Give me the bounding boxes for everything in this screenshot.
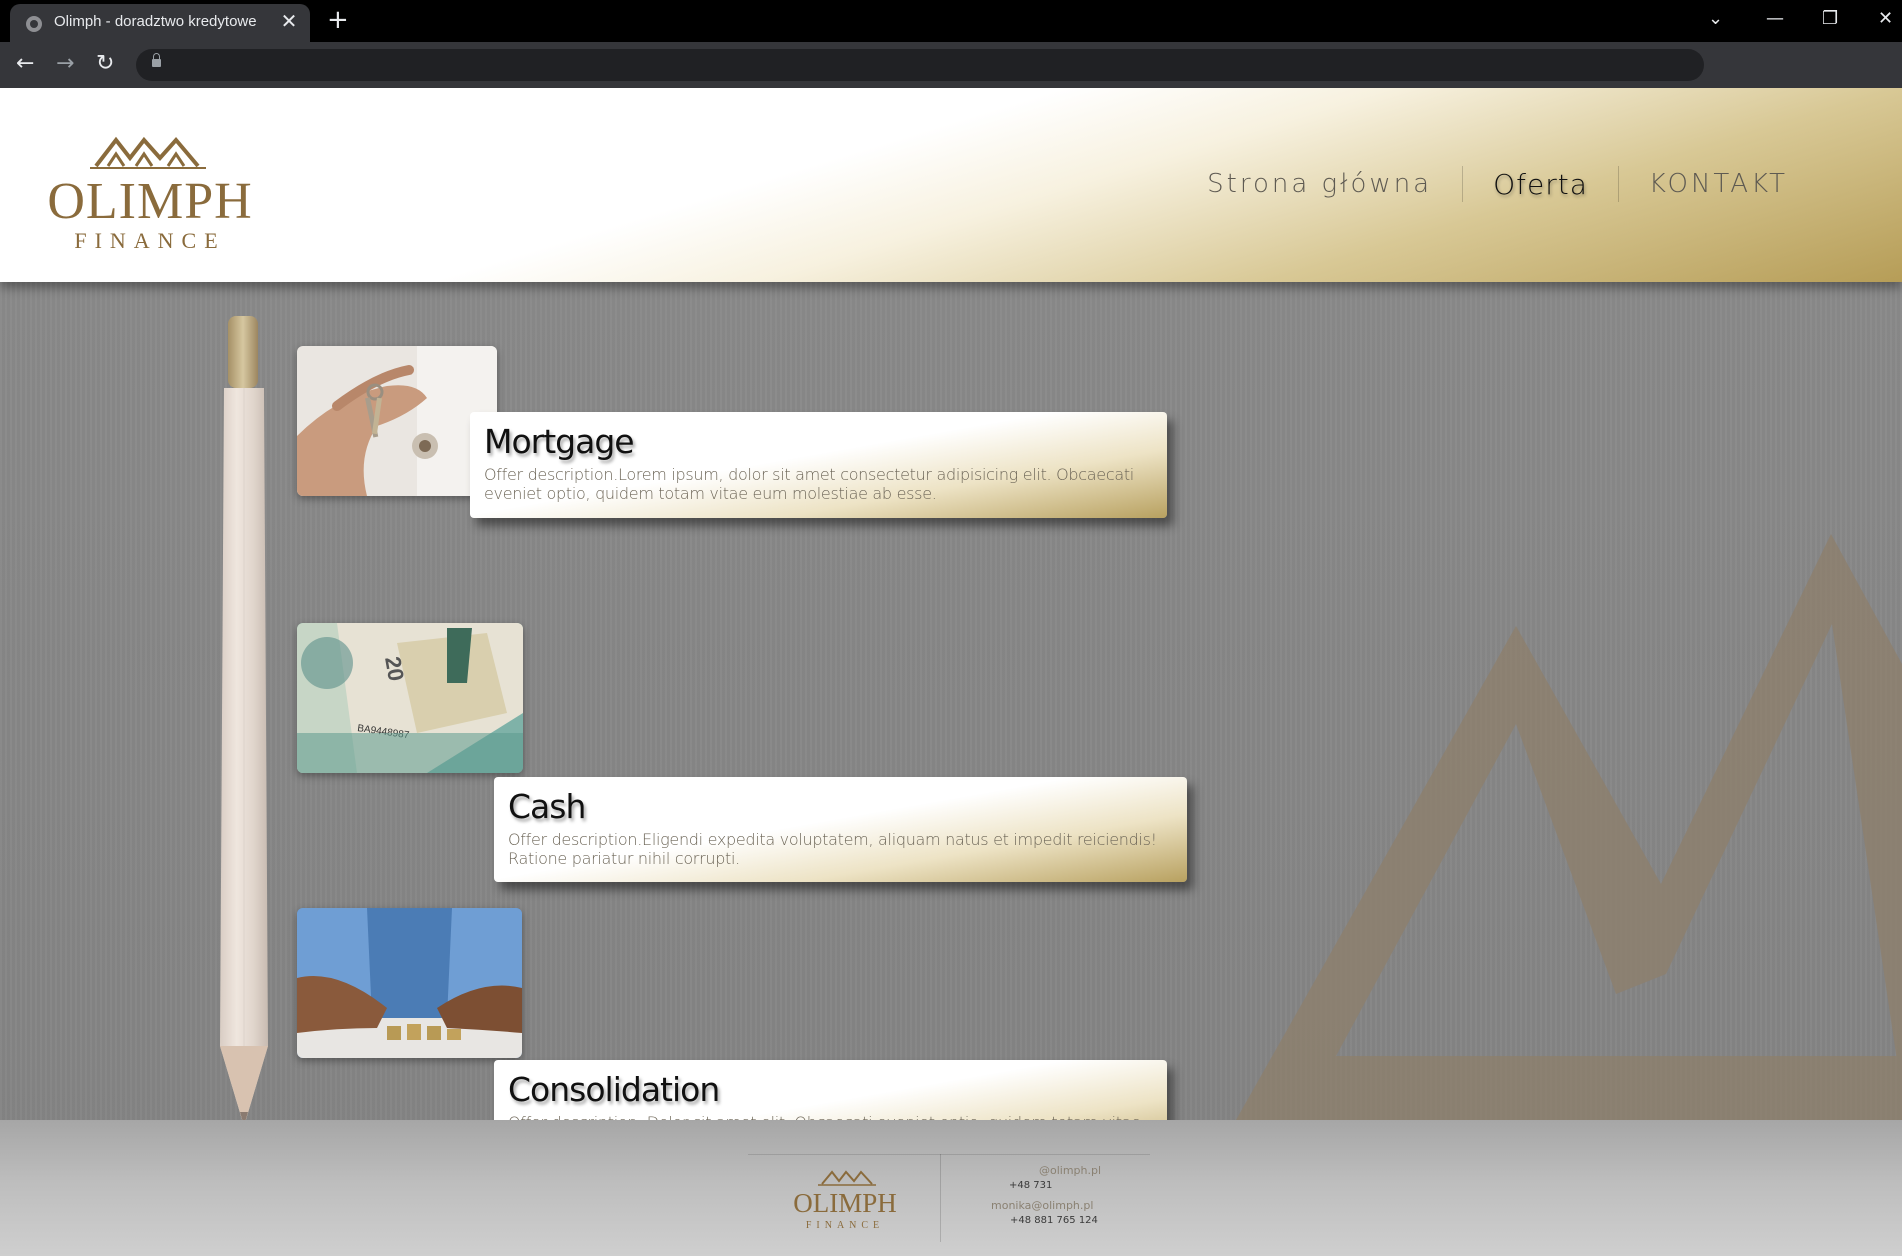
lock-icon bbox=[152, 53, 161, 67]
minimize-button[interactable]: — bbox=[1766, 8, 1784, 29]
web-page: OLIMPH FINANCE Strona główna Oferta KONT… bbox=[0, 88, 1902, 1256]
address-bar[interactable] bbox=[136, 49, 1704, 81]
footer-logo[interactable]: OLIMPH FINANCE bbox=[786, 1166, 904, 1230]
footer-divider bbox=[748, 1154, 1150, 1155]
globe-icon bbox=[26, 16, 42, 32]
offer-description: Offer description.Eligendi expedita volu… bbox=[508, 830, 1157, 868]
browser-tab[interactable]: Olimph - doradztwo kredytowe ✕ bbox=[10, 4, 310, 42]
tab-close-icon[interactable]: ✕ bbox=[278, 10, 300, 32]
offer-card: Cash Offer description.Eligendi expedita… bbox=[494, 777, 1187, 882]
svg-text:20: 20 bbox=[380, 655, 409, 683]
site-header: OLIMPH FINANCE Strona główna Oferta KONT… bbox=[0, 88, 1902, 282]
mountain-watermark-icon bbox=[1236, 534, 1902, 1120]
offer-image-keys bbox=[297, 346, 497, 496]
logo-tagline: FINANCE bbox=[74, 228, 225, 253]
footer-email[interactable]: monika@olimph.pl bbox=[991, 1199, 1093, 1212]
footer-email[interactable]: @olimph.pl bbox=[1039, 1164, 1101, 1177]
offer-image-coins bbox=[297, 908, 522, 1058]
pencil-icon bbox=[220, 316, 268, 1126]
offer-card: Mortgage Offer description.Lorem ipsum, … bbox=[470, 412, 1167, 518]
olimph-logo[interactable]: OLIMPH FINANCE bbox=[30, 126, 270, 256]
footer-phone[interactable]: +48 731 bbox=[1009, 1180, 1052, 1191]
logo-name: OLIMPH bbox=[47, 173, 252, 230]
offer-title: Cash bbox=[508, 787, 586, 826]
offer-title: Mortgage bbox=[484, 422, 635, 461]
close-window-button[interactable]: ✕ bbox=[1878, 8, 1893, 29]
site-footer: OLIMPH FINANCE @olimph.pl +48 731 monika… bbox=[0, 1120, 1902, 1256]
footer-logo-tagline: FINANCE bbox=[806, 1220, 884, 1230]
browser-toolbar: ← → ↻ bbox=[0, 42, 1902, 88]
nav-offer[interactable]: Oferta bbox=[1463, 168, 1618, 201]
new-tab-button[interactable]: + bbox=[327, 6, 349, 34]
footer-vertical-divider bbox=[940, 1154, 941, 1242]
tab-search-icon[interactable]: ⌄ bbox=[1708, 8, 1723, 29]
back-button[interactable]: ← bbox=[16, 51, 34, 77]
tab-title: Olimph - doradztwo kredytowe bbox=[54, 13, 257, 30]
footer-logo-name: OLIMPH bbox=[793, 1188, 897, 1218]
footer-phone[interactable]: +48 881 765 124 bbox=[1010, 1215, 1098, 1226]
main-nav: Strona główna Oferta KONTAKT bbox=[1177, 166, 1818, 202]
offer-title: Consolidation bbox=[508, 1070, 720, 1109]
nav-home[interactable]: Strona główna bbox=[1177, 169, 1462, 199]
restore-button[interactable]: ❐ bbox=[1822, 8, 1838, 29]
forward-button[interactable]: → bbox=[56, 51, 74, 77]
browser-titlebar: Olimph - doradztwo kredytowe ✕ + ⌄ — ❐ ✕ bbox=[0, 0, 1902, 42]
nav-contact[interactable]: KONTAKT bbox=[1619, 169, 1818, 199]
reload-button[interactable]: ↻ bbox=[96, 51, 114, 77]
offer-description: Offer description.Lorem ipsum, dolor sit… bbox=[484, 465, 1134, 503]
offer-image-banknotes: BA9448987 20 bbox=[297, 623, 523, 773]
